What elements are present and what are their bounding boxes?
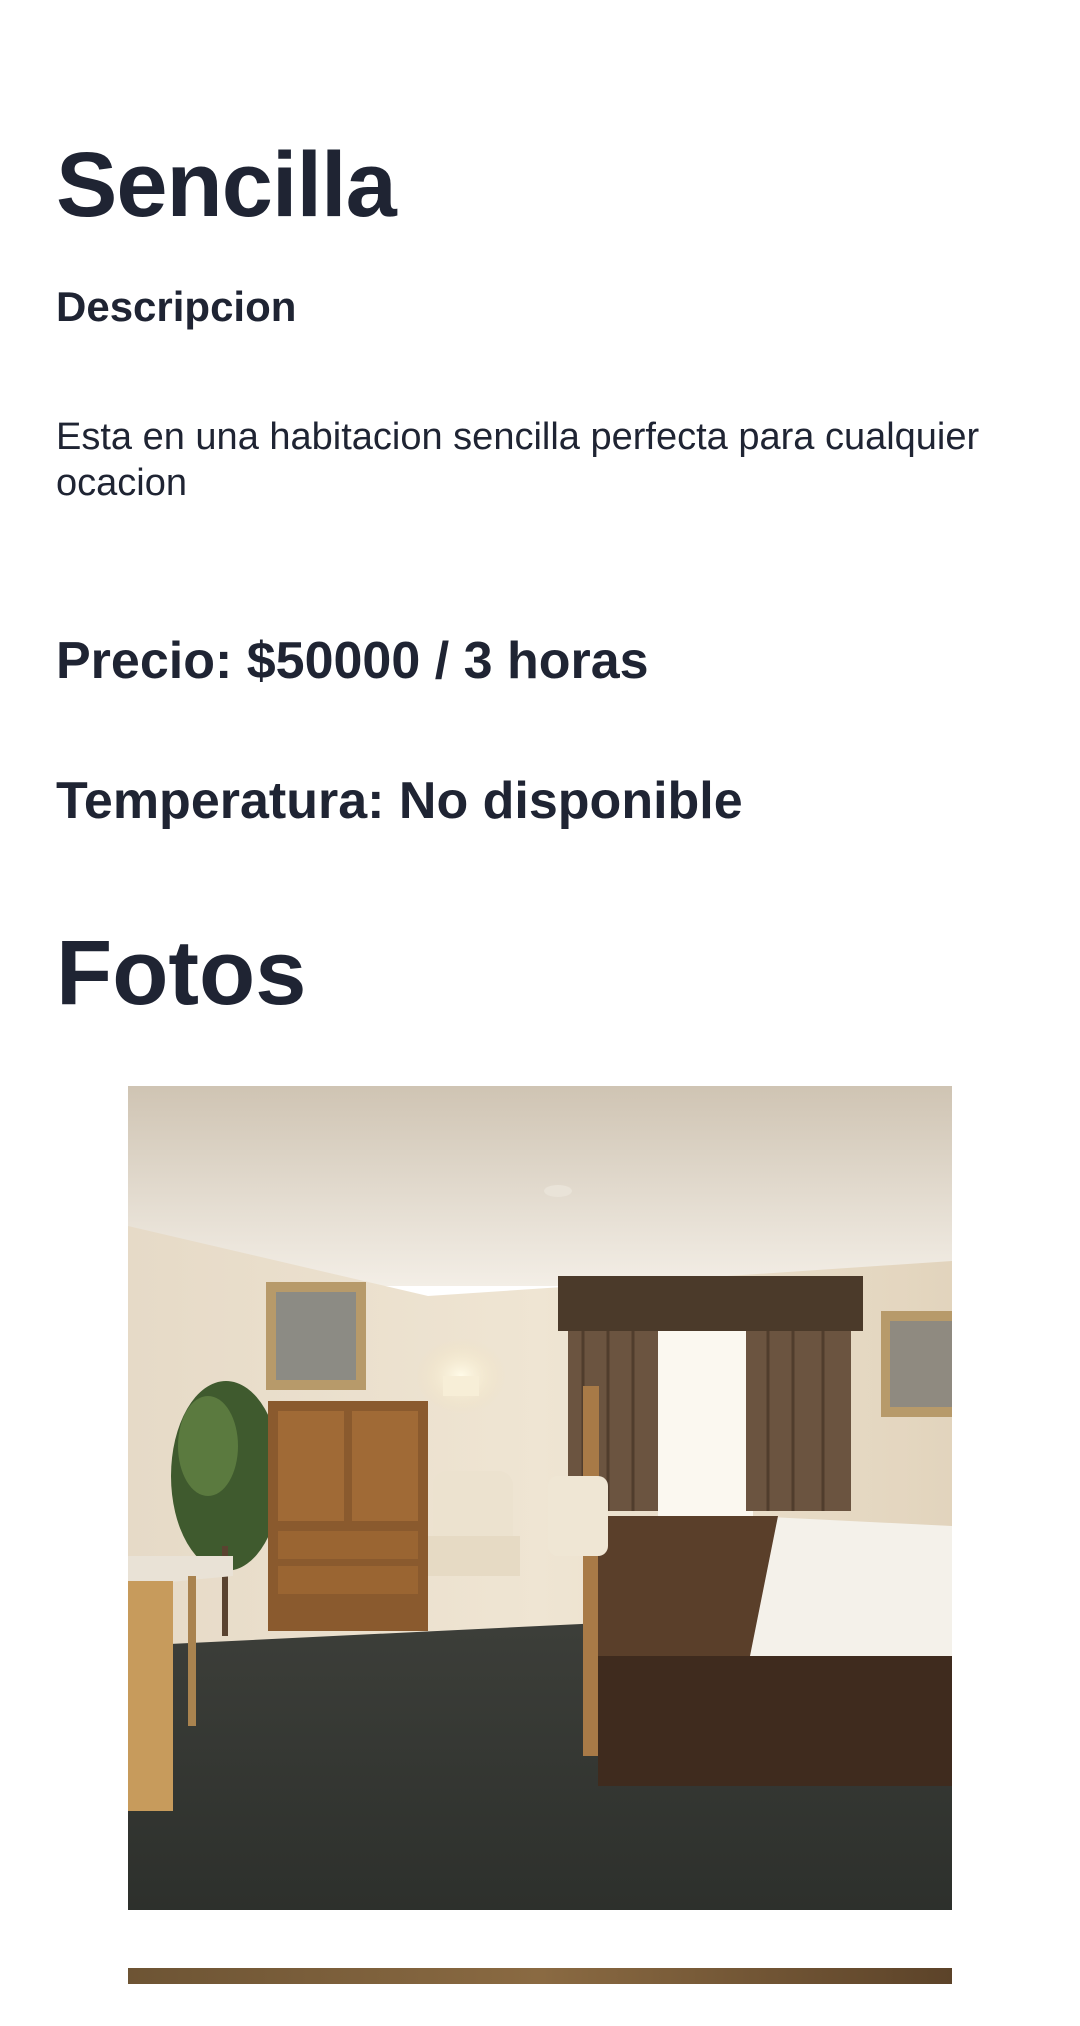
room-photo-image (128, 1968, 952, 1984)
photos-heading: Fotos (56, 922, 307, 1024)
price-label: Precio: $50000 / 3 horas (56, 632, 649, 690)
description-text: Esta en una habitacion sencilla perfecta… (56, 416, 980, 504)
room-title: Sencilla (56, 134, 397, 236)
room-photo-image (128, 1086, 952, 1910)
room-photo[interactable] (128, 1968, 952, 2026)
room-photo[interactable] (128, 1086, 952, 1910)
temperature-label: Temperatura: No disponible (56, 772, 743, 830)
description-heading: Descripcion (56, 283, 297, 330)
